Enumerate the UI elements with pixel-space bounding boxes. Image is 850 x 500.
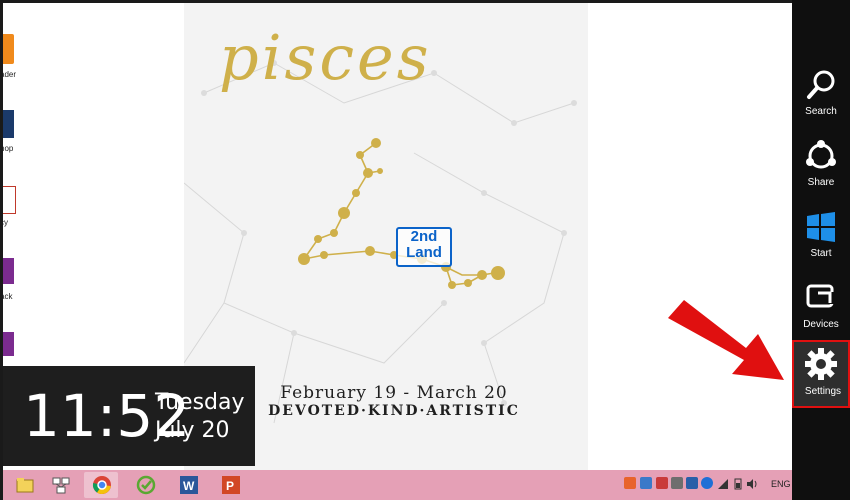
charms-bar: Search Share Start Devices Settings <box>792 0 850 500</box>
language-indicator[interactable]: ENG <box>771 479 791 489</box>
charm-devices[interactable]: Devices <box>792 275 850 341</box>
tray-app-icon[interactable] <box>686 477 698 489</box>
chrome-icon <box>92 475 111 495</box>
volume-icon[interactable] <box>746 477 758 489</box>
taskbar-windows-explorer[interactable] <box>8 472 42 498</box>
charm-settings[interactable]: Settings <box>792 340 850 408</box>
watermark-line-1: 2nd <box>410 228 438 245</box>
screen-frame-left <box>0 0 3 500</box>
clock-overlay: 11:52 Tuesday July 20 <box>3 366 255 466</box>
taskbar-greenshot[interactable] <box>128 472 162 498</box>
clock-day: Tuesday <box>155 390 245 415</box>
charm-label: Share <box>807 177 835 188</box>
network-signal-icon[interactable] <box>717 477 729 489</box>
screen-frame-top <box>0 0 850 3</box>
bluetooth-icon[interactable] <box>701 477 713 489</box>
taskbar-network[interactable] <box>44 472 78 498</box>
charm-label: Settings <box>804 386 842 397</box>
desktop: ader hop cy ack pisces 2nd Land February… <box>0 0 850 500</box>
gear-icon <box>805 348 837 380</box>
svg-text:W: W <box>183 479 195 493</box>
greenshot-icon <box>136 475 156 495</box>
powerpoint-icon: P <box>222 475 240 495</box>
poster-traits: DEVOTED·KIND·ARTISTIC <box>268 403 520 419</box>
charm-search[interactable]: Search <box>792 62 850 128</box>
charm-label: Devices <box>803 319 839 330</box>
poster-date-range: February 19 - March 20 <box>280 383 508 403</box>
charm-start[interactable]: Start <box>792 204 850 270</box>
tray-app-icon[interactable] <box>624 477 636 489</box>
windows-explorer-icon <box>16 475 34 495</box>
taskbar-powerpoint[interactable]: P <box>214 472 248 498</box>
taskbar: W P ENG <box>0 470 792 500</box>
word-icon: W <box>180 475 198 495</box>
red-arrow-annotation <box>668 300 784 380</box>
windows-logo-icon <box>807 212 835 242</box>
clock-date: July 20 <box>155 418 230 443</box>
tray-app-icon[interactable] <box>640 477 652 489</box>
watermark-logo: 2nd Land <box>396 227 452 267</box>
tray-app-icon[interactable] <box>671 477 683 489</box>
search-icon <box>807 70 835 99</box>
tray-app-icon[interactable] <box>656 477 668 489</box>
taskbar-word[interactable]: W <box>172 472 206 498</box>
watermark-line-2: Land <box>406 244 442 261</box>
svg-text:P: P <box>226 479 234 493</box>
devices-icon <box>806 284 834 308</box>
charm-label: Search <box>805 106 837 117</box>
share-icon <box>806 140 836 169</box>
taskbar-chrome[interactable] <box>84 472 118 498</box>
battery-icon[interactable] <box>732 477 744 490</box>
charm-label: Start <box>810 248 832 259</box>
poster-title: pisces <box>219 21 432 94</box>
charm-share[interactable]: Share <box>792 133 850 199</box>
network-icon <box>52 475 70 495</box>
